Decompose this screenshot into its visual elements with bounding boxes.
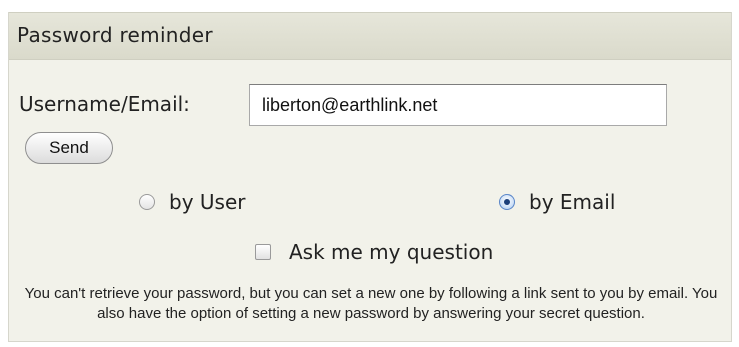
ask-question-checkbox[interactable]: [255, 244, 271, 260]
help-text: You can't retrieve your password, but yo…: [24, 285, 718, 322]
ask-question-checkbox-row[interactable]: Ask me my question: [255, 240, 493, 264]
radio-by-user-label: by User: [169, 190, 246, 214]
radio-checked-icon[interactable]: [499, 194, 515, 210]
panel-header: Password reminder: [9, 12, 731, 60]
panel-title: Password reminder: [17, 23, 213, 47]
send-button[interactable]: Send: [25, 132, 113, 164]
username-email-label: Username/Email:: [19, 92, 190, 116]
radio-unchecked-icon[interactable]: [139, 194, 155, 210]
username-email-input[interactable]: [249, 84, 667, 126]
ask-question-label: Ask me my question: [289, 240, 494, 264]
password-reminder-panel: Password reminder Username/Email: Send b…: [8, 12, 732, 342]
radio-by-email[interactable]: by Email: [499, 190, 615, 214]
radio-by-user[interactable]: by User: [139, 190, 245, 214]
radio-by-email-label: by Email: [529, 190, 616, 214]
